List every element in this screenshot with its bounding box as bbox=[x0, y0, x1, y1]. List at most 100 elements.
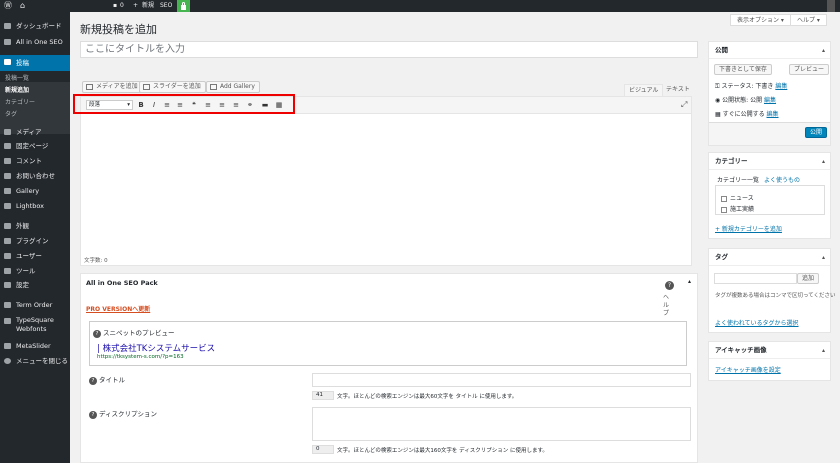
admin-bar: Ⓦ ⌂ ▪ 0 + 新規 SEO bbox=[0, 0, 840, 12]
screen-options-button[interactable]: 表示オプション ▾ bbox=[730, 14, 791, 26]
menu-appearance[interactable]: 外観 bbox=[0, 219, 70, 233]
save-draft-button[interactable]: 下書きとして保存 bbox=[714, 64, 772, 75]
menu-comments[interactable]: コメント bbox=[0, 154, 70, 168]
submenu-categories[interactable]: カテゴリー bbox=[0, 97, 70, 108]
menu-label: Lightbox bbox=[16, 202, 44, 210]
label-text: タイトル bbox=[99, 376, 125, 384]
menu-pages[interactable]: 固定ページ bbox=[0, 139, 70, 153]
post-title-input[interactable]: ここにタイトルを入力 bbox=[80, 41, 698, 58]
add-category-link[interactable]: + 新規カテゴリーを追加 bbox=[715, 224, 782, 233]
checkbox[interactable] bbox=[721, 195, 727, 202]
category-list: ニュース 施工実績 bbox=[715, 185, 825, 215]
comment-icon[interactable]: ▪ bbox=[113, 0, 117, 12]
menu-typesquare[interactable]: TypeSquare Webfonts bbox=[0, 314, 70, 336]
help-icon[interactable]: ? bbox=[665, 281, 674, 290]
visibility-row: ◉ 公開状態: 公開 編集 bbox=[715, 95, 776, 104]
menu-dashboard[interactable]: ダッシュボード bbox=[0, 19, 70, 33]
popular-tags-link[interactable]: よく使われているタグから選択 bbox=[715, 318, 799, 327]
schedule-row: ▦ すぐに公開する 編集 bbox=[715, 109, 779, 118]
snippet-label: ? スニペットのプレビュー bbox=[93, 327, 175, 338]
menu-term-order[interactable]: Term Order bbox=[0, 298, 70, 312]
add-media-button[interactable]: メディアを追加 bbox=[82, 81, 143, 93]
wordpress-logo-icon[interactable]: Ⓦ bbox=[4, 0, 12, 12]
pages-icon bbox=[4, 143, 11, 149]
menu-label: お問い合わせ bbox=[16, 172, 55, 180]
collapse-menu-button[interactable]: メニューを閉じる bbox=[0, 354, 70, 368]
menu-metaslider[interactable]: MetaSlider bbox=[0, 339, 70, 353]
tab-popular-categories[interactable]: よく使うもの bbox=[764, 175, 800, 184]
comments-icon bbox=[4, 158, 11, 164]
fullscreen-icon[interactable]: ⤢ bbox=[681, 100, 687, 110]
publish-header[interactable]: 公開 ▴ bbox=[709, 42, 830, 59]
menu-media[interactable]: メディア bbox=[0, 125, 70, 139]
help-icon: ? bbox=[89, 411, 97, 419]
publish-button[interactable]: 公開 bbox=[805, 127, 828, 138]
home-icon[interactable]: ⌂ bbox=[20, 0, 25, 12]
comment-count[interactable]: 0 bbox=[120, 0, 124, 12]
media-icon bbox=[86, 84, 93, 90]
add-slider-button[interactable]: スライダーを追加 bbox=[139, 81, 206, 93]
menu-contact[interactable]: お問い合わせ bbox=[0, 169, 70, 183]
dashboard-icon bbox=[4, 23, 11, 29]
seo-help-link[interactable]: ヘルプ bbox=[663, 294, 673, 318]
seo-title-label: ? タイトル bbox=[89, 374, 125, 385]
checkbox[interactable] bbox=[721, 206, 727, 213]
tab-text[interactable]: テキスト bbox=[662, 84, 694, 96]
new-content-link[interactable]: 新規 bbox=[142, 0, 154, 12]
term-order-icon bbox=[4, 302, 11, 308]
pro-version-link[interactable]: PRO VERSIONへ更新 bbox=[86, 304, 150, 313]
preview-button[interactable]: プレビュー bbox=[789, 64, 830, 75]
post-editor[interactable]: 段落 ▾ B I ≡ ≡ ❝ ≡ ≡ ≡ ⚭ ▬ ▦ ⤢ 文字数: 0 bbox=[80, 96, 692, 266]
menu-plugins[interactable]: プラグイン bbox=[0, 234, 70, 248]
collapse-arrow-icon[interactable]: ▴ bbox=[822, 249, 825, 266]
submenu-all-posts[interactable]: 投稿一覧 bbox=[0, 73, 70, 84]
seo-title-input[interactable] bbox=[312, 373, 691, 387]
category-label: ニュース bbox=[730, 195, 754, 202]
menu-label: All in One SEO bbox=[16, 38, 63, 46]
category-item[interactable]: 施工実績 bbox=[721, 204, 754, 213]
seo-title: All in One SEO Pack bbox=[86, 279, 158, 287]
collapse-arrow-icon[interactable]: ▴ bbox=[822, 153, 825, 170]
seo-description-textarea[interactable] bbox=[312, 407, 691, 441]
category-title: カテゴリー bbox=[715, 157, 748, 165]
tag-input[interactable] bbox=[714, 273, 797, 284]
seo-link[interactable]: SEO bbox=[160, 0, 172, 12]
submenu-tags[interactable]: タグ bbox=[0, 109, 70, 120]
schedule-text: すぐに公開する bbox=[722, 111, 765, 118]
menu-label: 固定ページ bbox=[16, 142, 49, 150]
user-icon bbox=[4, 253, 11, 259]
menu-all-in-one-seo[interactable]: All in One SEO bbox=[0, 35, 70, 49]
account-avatar[interactable] bbox=[827, 0, 835, 12]
add-tag-button[interactable]: 追加 bbox=[797, 273, 820, 284]
publish-box: 公開 ▴ 下書きとして保存 プレビュー ⚿ ステータス: 下書き 編集 ◉ 公開状… bbox=[708, 41, 831, 146]
collapse-arrow-icon[interactable]: ▴ bbox=[822, 42, 825, 59]
featured-image-header[interactable]: アイキャッチ画像 ▴ bbox=[709, 342, 830, 359]
collapse-arrow-icon[interactable]: ▴ bbox=[688, 278, 691, 285]
page-title: 新規投稿を追加 bbox=[80, 23, 157, 36]
collapse-arrow-icon[interactable]: ▴ bbox=[822, 342, 825, 359]
button-label: Add Gallery bbox=[220, 83, 255, 90]
status-edit-link[interactable]: 編集 bbox=[775, 83, 787, 90]
menu-gallery[interactable]: Gallery bbox=[0, 184, 70, 198]
seo-description-help: 文字。ほとんどの検索エンジンは最大160文字を ディスクリプション に使用します… bbox=[337, 448, 548, 454]
visibility-edit-link[interactable]: 編集 bbox=[764, 97, 776, 104]
set-featured-image-link[interactable]: アイキャッチ画像を設定 bbox=[715, 365, 781, 374]
help-button[interactable]: ヘルプ ▾ bbox=[790, 14, 827, 26]
menu-tools[interactable]: ツール bbox=[0, 264, 70, 278]
menu-users[interactable]: ユーザー bbox=[0, 249, 70, 263]
tab-visual[interactable]: ビジュアル bbox=[624, 84, 664, 96]
tags-header[interactable]: タグ ▴ bbox=[709, 249, 830, 266]
menu-label: 設定 bbox=[16, 281, 29, 289]
menu-lightbox[interactable]: Lightbox bbox=[0, 199, 70, 213]
lock-icon[interactable] bbox=[177, 0, 190, 12]
menu-posts[interactable]: 投稿 bbox=[0, 55, 70, 71]
schedule-edit-link[interactable]: 編集 bbox=[767, 111, 779, 118]
menu-label: ユーザー bbox=[16, 252, 42, 260]
category-item[interactable]: ニュース bbox=[721, 193, 754, 202]
category-header[interactable]: カテゴリー ▴ bbox=[709, 153, 830, 170]
tab-all-categories[interactable]: カテゴリー一覧 bbox=[717, 175, 759, 184]
menu-settings[interactable]: 設定 bbox=[0, 278, 70, 292]
add-gallery-button[interactable]: Add Gallery bbox=[206, 81, 260, 93]
submenu-add-new[interactable]: 新規追加 bbox=[0, 85, 70, 96]
menu-label: プラグイン bbox=[16, 237, 49, 245]
